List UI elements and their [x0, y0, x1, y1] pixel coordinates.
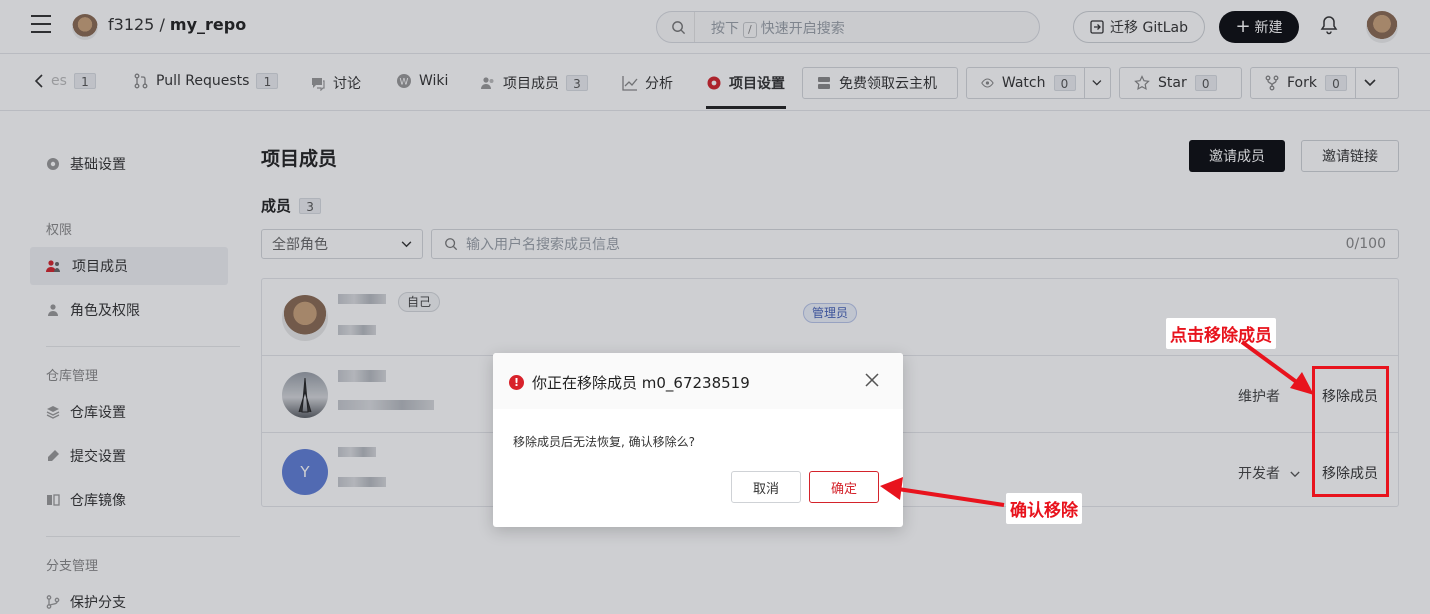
arrow-to-remove	[1240, 340, 1314, 395]
annotation-arrows	[880, 340, 1314, 507]
arrow-to-confirm	[880, 477, 1005, 507]
